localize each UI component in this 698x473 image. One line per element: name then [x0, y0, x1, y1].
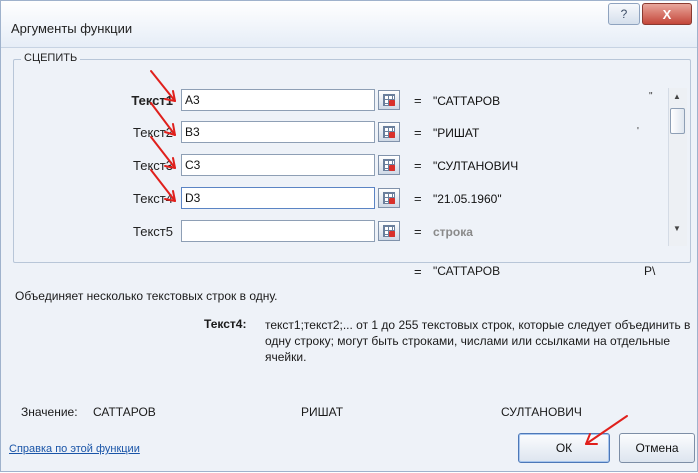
function-help-link[interactable]: Справка по этой функции	[9, 443, 140, 455]
argument-result-5: строка	[433, 225, 473, 239]
range-select-icon-marker	[389, 100, 395, 106]
help-button[interactable]: ?	[608, 3, 640, 25]
value-part-3: СУЛТАНОВИЧ	[501, 405, 582, 419]
equals-sign-3: =	[414, 158, 422, 173]
function-arguments-dialog: Аргументы функции ? X СЦЕПИТЬ Текст1 A3 …	[0, 0, 698, 472]
argument-label-3: Текст3	[133, 158, 173, 173]
dialog-title: Аргументы функции	[11, 21, 133, 36]
ok-button[interactable]: ОК	[518, 433, 610, 463]
argument-result-4: "21.05.1960"	[433, 192, 502, 206]
range-select-icon-marker	[389, 132, 395, 138]
value-part-1: САТТАРОВ	[93, 405, 156, 419]
formula-result: "САТТАРОВ	[433, 264, 501, 278]
title-bar: Аргументы функции ? X	[1, 1, 697, 48]
argument-input-5[interactable]	[181, 220, 375, 242]
equals-sign-2: =	[414, 125, 422, 140]
scroll-down-arrow-icon[interactable]: ▼	[668, 221, 686, 237]
parameter-name: Текст4:	[204, 317, 247, 331]
argument-input-2[interactable]: B3	[181, 121, 375, 143]
range-select-icon-marker	[389, 198, 395, 204]
argument-label-1: Текст1	[131, 93, 173, 108]
close-button[interactable]: X	[642, 3, 692, 25]
argument-result-1: "САТТАРОВ	[433, 94, 501, 108]
overflow-marker-2: '	[637, 126, 639, 137]
argument-label-4: Текст4	[133, 191, 173, 206]
argument-result-3: "СУЛТАНОВИЧ	[433, 159, 519, 173]
result-equals-sign: =	[414, 264, 422, 279]
cancel-button[interactable]: Отмена	[619, 433, 695, 463]
range-select-button-4[interactable]	[378, 188, 400, 208]
equals-sign-1: =	[414, 93, 422, 108]
argument-input-4[interactable]: D3	[181, 187, 375, 209]
formula-result-overflow: Р\	[644, 264, 656, 278]
range-select-icon-marker	[389, 165, 395, 171]
value-label: Значение:	[21, 405, 78, 419]
range-select-button-1[interactable]	[378, 90, 400, 110]
argument-label-2: Текст2	[133, 125, 173, 140]
argument-input-3[interactable]: C3	[181, 154, 375, 176]
range-select-button-3[interactable]	[378, 155, 400, 175]
function-description: Объединяет несколько текстовых строк в о…	[15, 289, 278, 303]
range-select-button-5[interactable]	[378, 221, 400, 241]
range-select-icon-marker	[389, 231, 395, 237]
scroll-up-arrow-icon[interactable]: ▲	[668, 89, 686, 105]
equals-sign-4: =	[414, 191, 422, 206]
overflow-marker-1: "	[649, 91, 653, 102]
scrollbar-thumb[interactable]	[670, 108, 685, 134]
range-select-button-2[interactable]	[378, 122, 400, 142]
function-name: СЦЕПИТЬ	[21, 52, 81, 64]
value-part-2: РИШАТ	[301, 405, 344, 419]
parameter-description: текст1;текст2;... от 1 до 255 текстовых …	[265, 318, 691, 364]
argument-input-1[interactable]: A3	[181, 89, 375, 111]
equals-sign-5: =	[414, 224, 422, 239]
argument-result-2: "РИШАТ	[433, 126, 480, 140]
argument-label-5: Текст5	[133, 224, 173, 239]
